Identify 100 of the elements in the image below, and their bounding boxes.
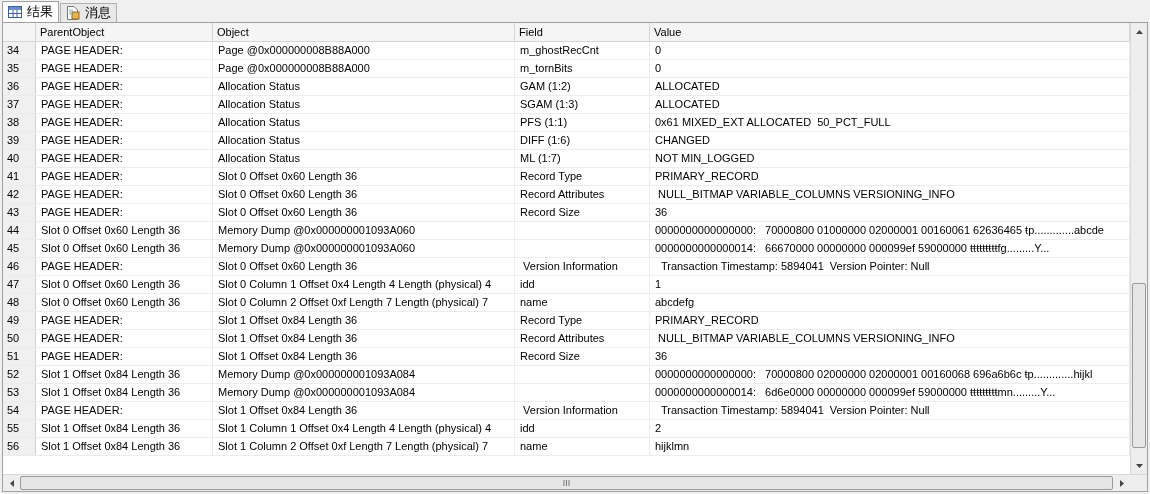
row-number[interactable]: 56 [3,438,36,455]
table-cell-text: Slot 0 Column 1 Offset 0x4 Length 4 Length (physical) 4 [218,277,492,293]
table-cell-text: Slot 1 Column 1 Offset 0x4 Length 4 Length (physical) 4 [218,421,492,437]
table-cell-text: NULL_BITMAP VARIABLE_COLUMNS VERSIONING_INFO [657,187,955,203]
table-cell-text: m_tornBits [520,61,573,77]
table-cell-text: 36 [655,205,668,221]
table-cell-text: Allocation Status [218,115,300,131]
scroll-thumb[interactable] [1132,283,1146,448]
table-cell-text: Record Attributes [520,187,605,203]
row-number[interactable]: 36 [3,78,36,95]
table-cell-text: 1 [655,277,662,293]
table-cell-text: DIFF (1:6) [520,133,571,149]
row-number[interactable]: 41 [3,168,36,185]
table-cell-text: PAGE HEADER: [41,169,123,185]
table-cell-text: CHANGED [655,133,710,149]
table-cell-text: 0000000000000000: 70000800 02000000 02000001 00160068 696a6b6c ŧp.............hijkl [655,367,1093,383]
table-cell-text: Record Size [520,205,580,221]
table-cell-text: Memory Dump @0x000000001093A084 [218,367,416,383]
table-cell-text: PAGE HEADER: [41,349,123,365]
table-cell-text: 0x61 MIXED_EXT ALLOCATED 50_PCT_FULL [655,115,891,131]
vertical-scrollbar[interactable] [1130,23,1147,474]
table-cell-text: Allocation Status [218,97,300,113]
table-cell-text: Slot 0 Offset 0x60 Length 36 [218,259,358,275]
table-cell-text: Slot 1 Offset 0x84 Length 36 [218,313,358,329]
row-number[interactable]: 45 [3,240,36,257]
row-number[interactable]: 54 [3,402,36,419]
scroll-thumb[interactable] [20,476,1113,490]
table-cell-text: Page @0x000000008B88A000 [218,43,370,59]
table-cell-text: NOT MIN_LOGGED [655,151,755,167]
table-cell-text: Allocation Status [218,133,300,149]
column-header[interactable]: Field [515,23,650,41]
table-cell-text: Slot 0 Column 2 Offset 0xf Length 7 Length (physical) 7 [218,295,489,311]
row-number[interactable]: 47 [3,276,36,293]
table-cell-text: 0000000000000000: 70000800 01000000 02000001 00160061 62636465 ŧp.............abcde [655,223,1104,239]
table-cell-text: PAGE HEADER: [41,133,123,149]
table-cell-text: Memory Dump @0x000000001093A060 [218,223,416,239]
table-cell-text: Slot 1 Offset 0x84 Length 36 [218,349,358,365]
table-cell-text: Record Type [520,313,583,329]
table-cell-text: idd [520,277,535,293]
table-cell-text: Memory Dump @0x000000001093A084 [218,385,416,401]
result-tab[interactable]: 结果 [2,1,59,22]
table-cell-text: 0000000000000014: 66670000 00000000 000099ef 59000000 ŧŧŧŧŧŧŧŧŧfg.........Y... [655,241,1050,257]
table-cell-text: Slot 0 Offset 0x60 Length 36 [218,205,358,221]
table-cell-text: PFS (1:1) [520,115,568,131]
row-number[interactable]: 35 [3,60,36,77]
row-number[interactable]: 38 [3,114,36,131]
table-cell-text: name [520,439,548,455]
table-cell-text: Slot 1 Offset 0x84 Length 36 [41,439,181,455]
row-number[interactable]: 49 [3,312,36,329]
table-cell-text: PAGE HEADER: [41,79,123,95]
table-cell-text: PAGE HEADER: [41,205,123,221]
table-cell-text: PAGE HEADER: [41,403,123,419]
column-header[interactable]: Object [213,23,515,41]
table-cell-text: Version Information [522,259,618,275]
table-cell-text: 0 [655,61,662,77]
table-cell-text: Slot 0 Offset 0x60 Length 36 [218,169,358,185]
table-cell-text: hijklmn [655,439,690,455]
grip-icon [563,480,570,486]
table-cell-text: Version Information [522,403,618,419]
row-number[interactable]: 37 [3,96,36,113]
row-number[interactable]: 53 [3,384,36,401]
row-number[interactable]: 48 [3,294,36,311]
table-cell-text: Slot 1 Offset 0x84 Length 36 [218,331,358,347]
row-number[interactable]: 43 [3,204,36,221]
table-cell-text: Slot 1 Column 2 Offset 0xf Length 7 Length (physical) 7 [218,439,489,455]
row-number[interactable]: 51 [3,348,36,365]
row-number[interactable]: 52 [3,366,36,383]
table-cell-text: PAGE HEADER: [41,151,123,167]
row-number[interactable]: 55 [3,420,36,437]
result-tab[interactable]: 消息 [60,3,117,22]
table-cell-text: PAGE HEADER: [41,187,123,203]
horizontal-scrollbar[interactable] [3,474,1147,491]
table-cell-text: Transaction Timestamp: 5894041 Version Pointer: Null [659,403,930,419]
row-number[interactable]: 34 [3,42,36,59]
table-cell-text: Slot 0 Offset 0x60 Length 36 [218,187,358,203]
table-cell-text: Transaction Timestamp: 5894041 Version Pointer: Null [659,259,930,275]
table-cell-text: abcdefg [655,295,695,311]
row-number[interactable]: 44 [3,222,36,239]
table-cell-text: Slot 1 Offset 0x84 Length 36 [41,385,181,401]
table-cell-text: 36 [655,349,668,365]
table-cell-text: ML (1:7) [520,151,561,167]
document-icon [66,6,80,20]
table-cell-text: Slot 0 Offset 0x60 Length 36 [41,295,181,311]
table-cell-text: Allocation Status [218,79,300,95]
column-header[interactable]: ParentObject [36,23,213,41]
table-cell-text: Memory Dump @0x000000001093A060 [218,241,416,257]
row-number[interactable]: 50 [3,330,36,347]
table-cell-text: Slot 0 Offset 0x60 Length 36 [41,241,181,257]
table-cell-text: Slot 0 Offset 0x60 Length 36 [41,223,181,239]
table-cell-text: idd [520,421,535,437]
table-cell-text: PAGE HEADER: [41,313,123,329]
table-cell-text: Slot 0 Offset 0x60 Length 36 [41,277,181,293]
row-number[interactable]: 42 [3,186,36,203]
row-number[interactable]: 40 [3,150,36,167]
table-cell-text: PAGE HEADER: [41,331,123,347]
row-number[interactable]: 46 [3,258,36,275]
table-cell-text: Allocation Status [218,151,300,167]
table-cell-text: Slot 1 Offset 0x84 Length 36 [41,367,181,383]
row-number[interactable]: 39 [3,132,36,149]
grid-icon [8,6,22,18]
